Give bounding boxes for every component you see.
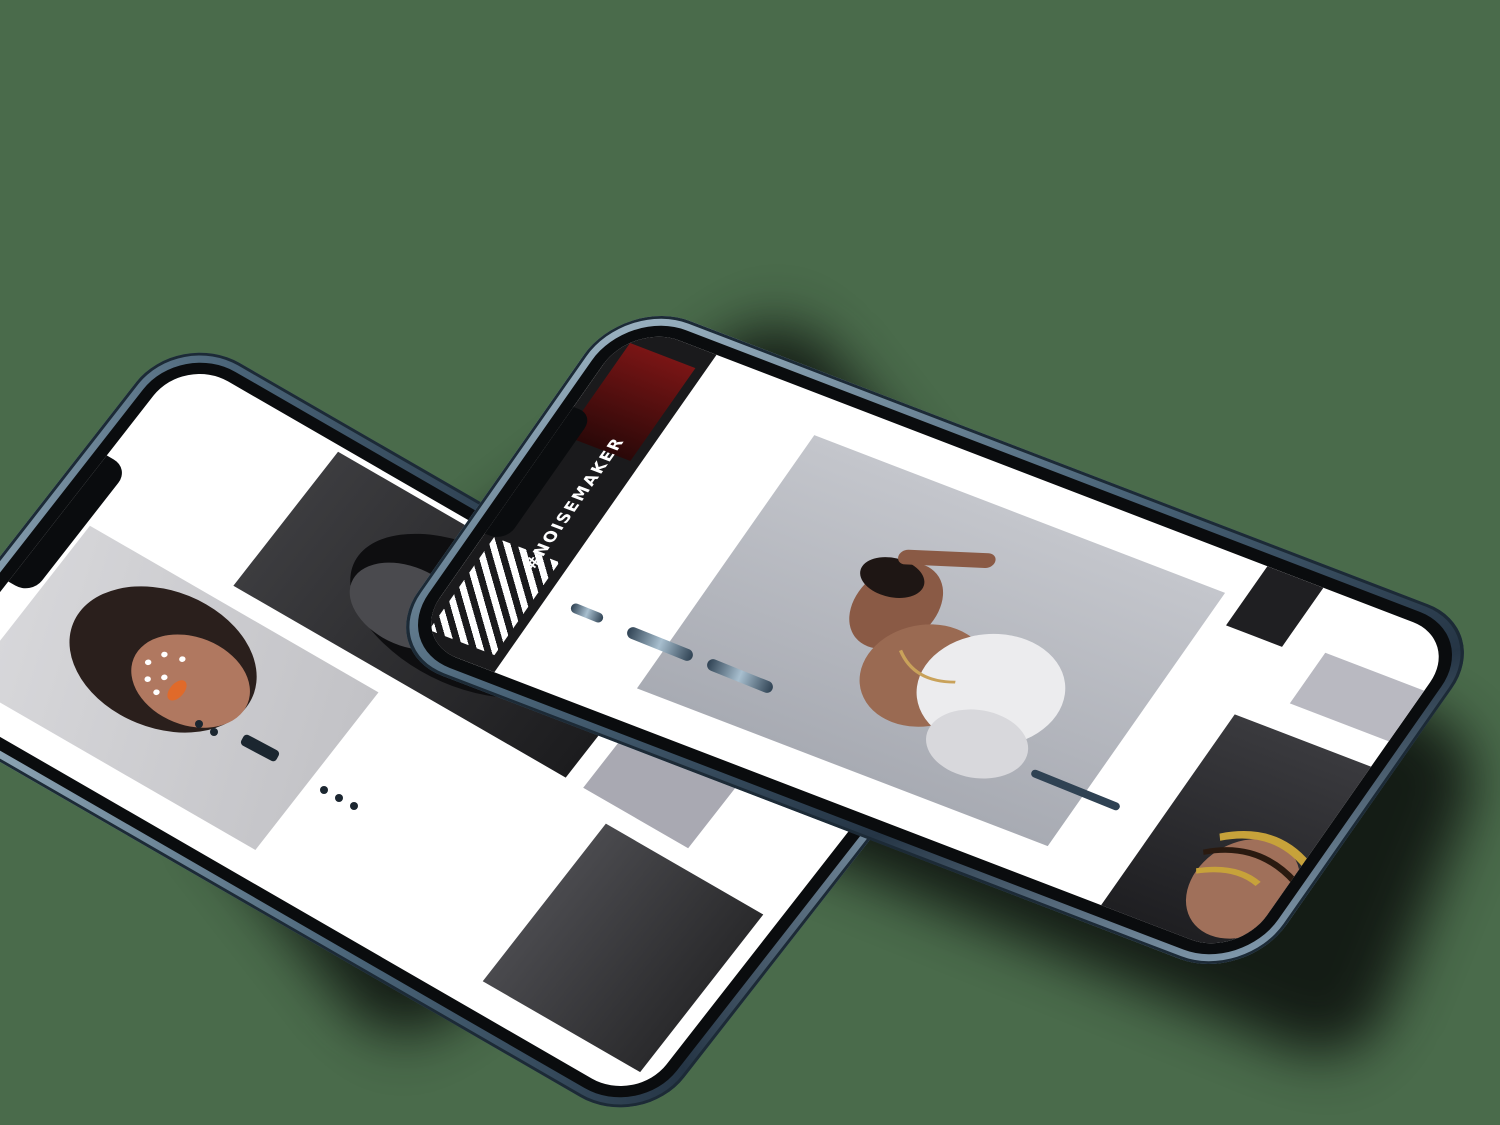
mockup-stage: #NOISEMAKER (0, 0, 1500, 1125)
back-phone-speaker-dot (335, 794, 343, 802)
back-phone-speaker-dot (210, 728, 218, 736)
back-phone-speaker-dot (195, 720, 203, 728)
back-phone-speaker-dot (350, 802, 358, 810)
back-phone-speaker-dot (320, 786, 328, 794)
back-photo-leather-top[interactable] (482, 823, 764, 1073)
